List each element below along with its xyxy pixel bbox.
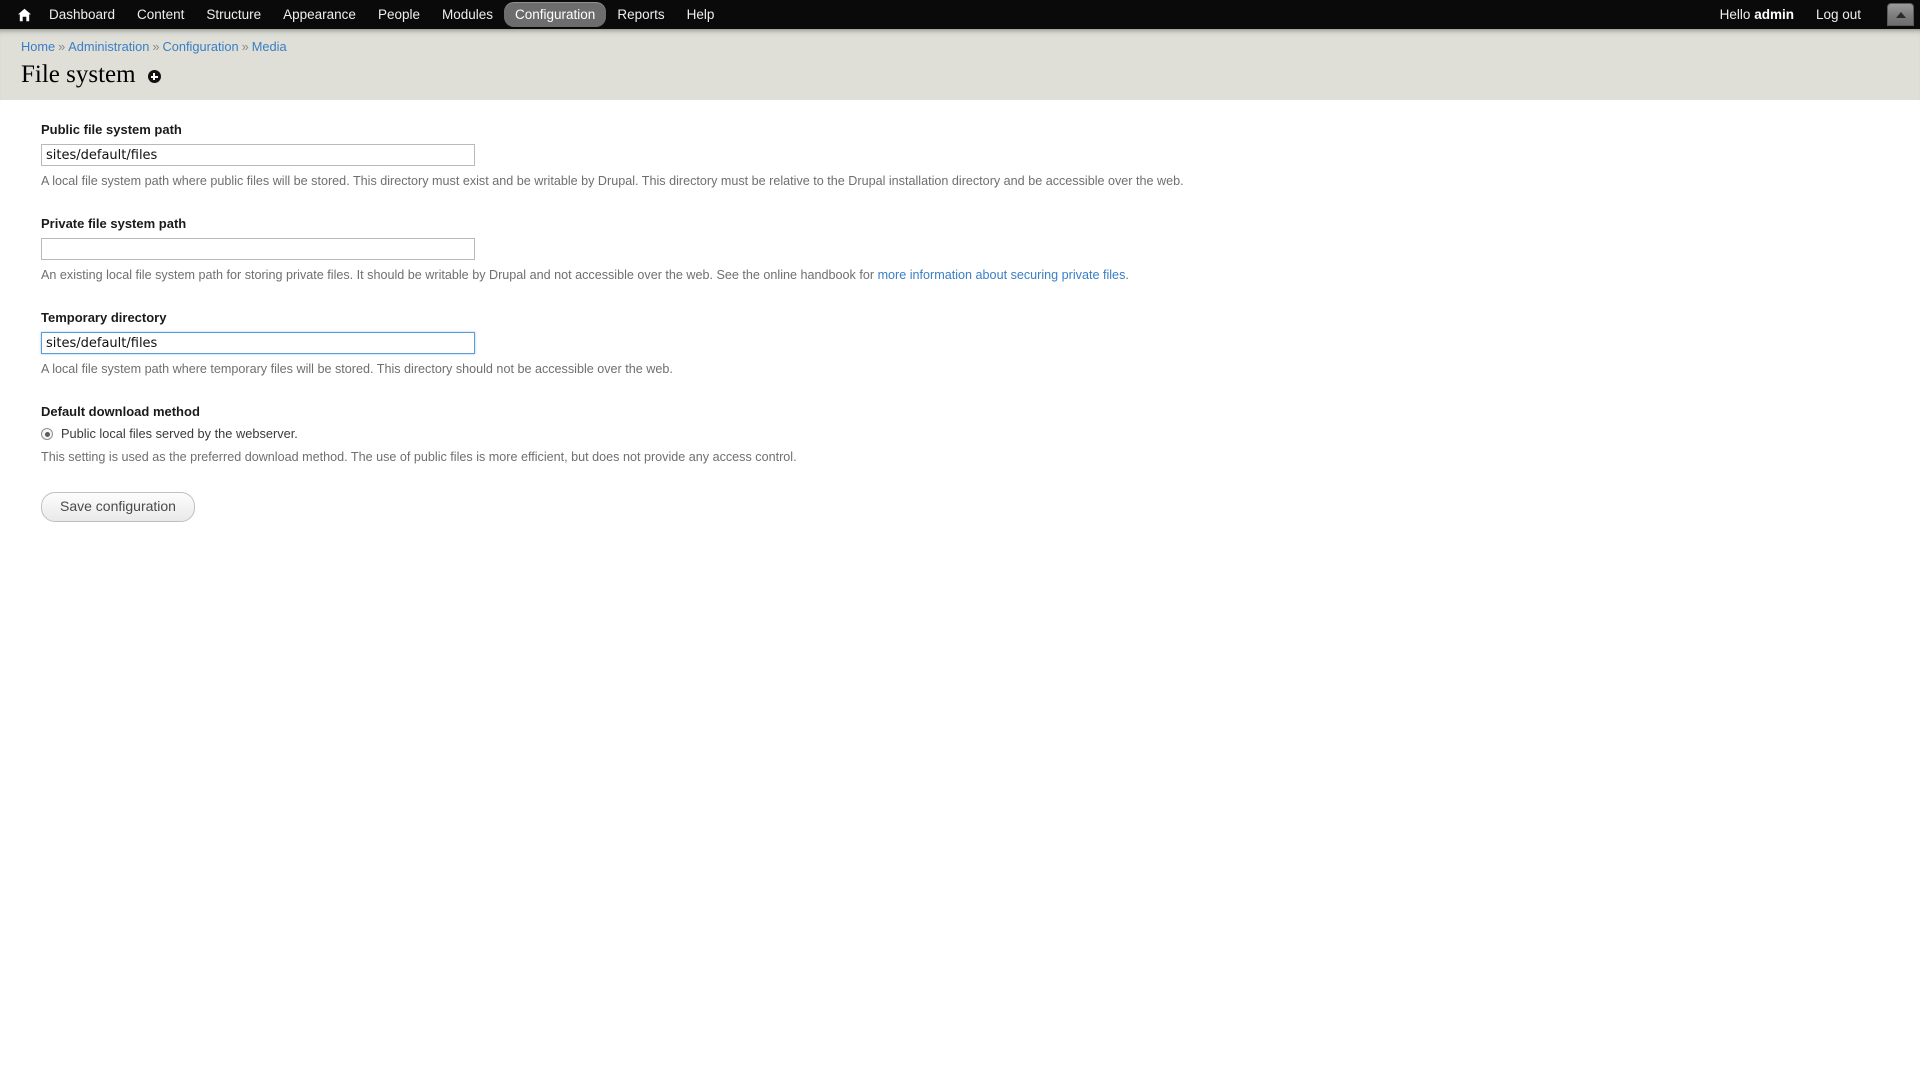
private-path-description-before: An existing local file system path for s…: [41, 268, 878, 282]
toolbar-menu: Dashboard Content Structure Appearance P…: [10, 0, 725, 29]
download-method-description: This setting is used as the preferred do…: [41, 450, 797, 464]
toolbar-item-content[interactable]: Content: [126, 2, 195, 27]
private-path-description-after: .: [1125, 268, 1129, 282]
breadcrumb-item-media[interactable]: Media: [252, 39, 287, 54]
toolbar-item-reports[interactable]: Reports: [606, 2, 675, 27]
radio-public-local-files[interactable]: [41, 428, 53, 440]
securing-private-files-link[interactable]: more information about securing private …: [878, 268, 1126, 282]
file-system-form: Public file system path A local file sys…: [0, 100, 1920, 522]
page-header-band: Home» Administration» Configuration» Media …: [0, 29, 1920, 100]
download-method-label: Default download method: [41, 404, 200, 419]
temporary-directory-description: A local file system path where temporary…: [41, 362, 673, 376]
toolbar-item-help[interactable]: Help: [676, 2, 726, 27]
toolbar-item-structure[interactable]: Structure: [195, 2, 272, 27]
toolbar-collapse-button[interactable]: [1887, 3, 1914, 26]
private-path-input[interactable]: [41, 238, 475, 260]
breadcrumb-item-home[interactable]: Home: [21, 39, 55, 54]
download-method-option-public[interactable]: Public local files served by the webserv…: [41, 426, 1920, 442]
greeting-prefix: Hello: [1719, 7, 1755, 22]
admin-toolbar: Dashboard Content Structure Appearance P…: [0, 0, 1920, 29]
toolbar-item-modules[interactable]: Modules: [431, 2, 504, 27]
form-item-download-method: Default download method Public local fil…: [41, 404, 1920, 466]
save-configuration-button[interactable]: Save configuration: [41, 492, 195, 522]
private-path-description: An existing local file system path for s…: [41, 267, 1920, 284]
temporary-directory-input[interactable]: [41, 332, 475, 354]
username: admin: [1754, 7, 1794, 22]
add-circle-icon[interactable]: [147, 70, 161, 83]
form-item-public-path: Public file system path A local file sys…: [41, 122, 1920, 190]
breadcrumb-item-configuration[interactable]: Configuration: [162, 39, 238, 54]
home-icon[interactable]: [10, 0, 38, 29]
temporary-directory-label: Temporary directory: [41, 310, 167, 325]
public-path-input[interactable]: [41, 144, 475, 166]
public-path-label: Public file system path: [41, 122, 182, 137]
chevron-up-icon: [1895, 11, 1906, 18]
breadcrumb-separator: »: [241, 39, 249, 54]
form-item-private-path: Private file system path An existing loc…: [41, 216, 1920, 284]
user-greeting: Hello admin: [1720, 7, 1794, 22]
form-item-temporary-directory: Temporary directory A local file system …: [41, 310, 1920, 378]
submit-row: Save configuration: [41, 492, 1920, 522]
breadcrumb-separator: »: [152, 39, 160, 54]
toolbar-item-configuration[interactable]: Configuration: [504, 2, 607, 27]
private-path-label: Private file system path: [41, 216, 187, 231]
toolbar-user-area: Hello admin Log out: [1720, 0, 1914, 29]
logout-link[interactable]: Log out: [1816, 7, 1861, 22]
page-title: File system: [21, 61, 136, 88]
breadcrumb-item-administration[interactable]: Administration: [68, 39, 149, 54]
toolbar-item-people[interactable]: People: [367, 2, 431, 27]
toolbar-item-dashboard[interactable]: Dashboard: [38, 2, 126, 27]
public-path-description: A local file system path where public fi…: [41, 174, 1184, 188]
breadcrumb-separator: »: [58, 39, 66, 54]
radio-public-local-files-label[interactable]: Public local files served by the webserv…: [61, 426, 298, 442]
page-title-row: File system: [0, 62, 1920, 88]
breadcrumb: Home» Administration» Configuration» Media: [0, 39, 1920, 55]
toolbar-item-appearance[interactable]: Appearance: [272, 2, 367, 27]
